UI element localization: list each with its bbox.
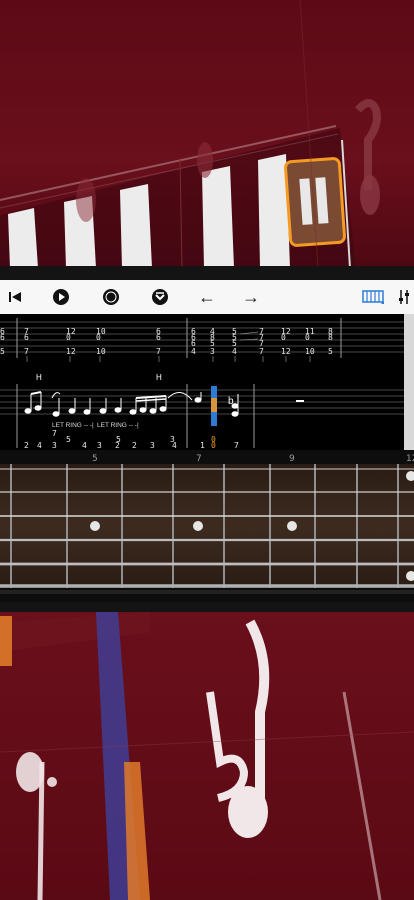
next-button[interactable]: → (236, 280, 266, 314)
let-ring-label: LET RING -- -| (52, 422, 94, 429)
cursor-highlight (211, 398, 217, 412)
tab-note: 8 (328, 333, 333, 342)
fret-number: 5 (92, 454, 98, 464)
tablature-score[interactable]: 6 6 5 7 6 7 12 0 10 0 12 10 6 6 7 6 6 6 … (0, 314, 404, 450)
tab-note: 7 (234, 441, 239, 450)
sliders-icon (399, 290, 409, 304)
tab-note: 0 (96, 333, 101, 342)
app-screen: ← → 6 6 5 7 6 7 12 0 10 0 12 10 6 6 7 6 … (0, 266, 414, 614)
tab-note: 2 (132, 441, 137, 450)
tab-note: 10 (305, 347, 315, 356)
tab-note: 0 (305, 333, 310, 342)
hammer-label: H (36, 373, 42, 382)
tab-note: 7 (24, 347, 29, 356)
tab-note: 7 (259, 347, 264, 356)
play-button[interactable] (46, 280, 76, 314)
tab-note: 1 (200, 441, 205, 450)
skip-start-icon (9, 292, 21, 302)
tab-note: 2 (24, 441, 29, 450)
tab-note: 10 (96, 347, 106, 356)
tab-note: 4 (172, 441, 177, 450)
notation-illustration (0, 612, 414, 900)
fret-number: 12 (406, 454, 414, 464)
tab-note: 12 (281, 347, 291, 356)
tab-note: 3 (150, 441, 155, 450)
tab-note: 0 (281, 333, 286, 342)
tab-note: 12 (66, 347, 76, 356)
background-top (0, 0, 414, 268)
tab-note: 7 (52, 429, 57, 438)
fret-number: 7 (196, 454, 202, 464)
tab-note: 6 (0, 333, 5, 342)
arrow-right-icon: → (242, 286, 260, 307)
tab-note: 5 (328, 347, 333, 356)
score-staff: 6 6 5 7 6 7 12 0 10 0 12 10 6 6 7 6 6 6 … (0, 318, 404, 450)
tab-note: 4 (82, 441, 87, 450)
tab-note-highlighted: 0 (211, 441, 216, 450)
play-icon (53, 289, 69, 305)
tab-note: 4 (232, 347, 237, 356)
tab-note: 2 (115, 441, 120, 450)
loop-mode-button[interactable] (145, 280, 175, 314)
tab-note: 3 (52, 441, 57, 450)
tab-note: 0 (66, 333, 71, 342)
record-button[interactable] (96, 280, 126, 314)
tab-note: 5 (66, 435, 71, 444)
previous-button[interactable]: ← (192, 280, 222, 314)
fretboard-view: 5 7 9 12 (0, 450, 414, 602)
background-bottom (0, 612, 414, 900)
tab-note: 3 (210, 347, 215, 356)
piano-view-button[interactable] (358, 280, 388, 314)
tab-note: 6 (156, 333, 161, 342)
piano-icon (362, 290, 384, 304)
flat-symbol: b (228, 396, 234, 407)
toolbar: ← → (0, 280, 414, 315)
fret-number: 9 (289, 454, 295, 464)
fretboard[interactable]: 5 7 9 12 (0, 450, 414, 602)
settings-button[interactable] (396, 280, 414, 314)
let-ring-label: LET RING -- -| (97, 422, 139, 429)
record-icon (103, 289, 119, 305)
tab-note: 5 (0, 347, 5, 356)
tab-note: 4 (37, 441, 42, 450)
tab-note: 6 (24, 333, 29, 342)
tab-note: 3 (97, 441, 102, 450)
piano-keys-illustration (0, 0, 381, 268)
hammer-label: H (156, 373, 162, 382)
skip-to-start-button[interactable] (0, 280, 30, 314)
chevron-down-circle-icon (152, 289, 168, 305)
score-scrollbar[interactable] (404, 314, 414, 450)
tab-note: 4 (191, 347, 196, 356)
tab-note: 7 (156, 347, 161, 356)
arrow-left-icon: ← (198, 286, 216, 307)
